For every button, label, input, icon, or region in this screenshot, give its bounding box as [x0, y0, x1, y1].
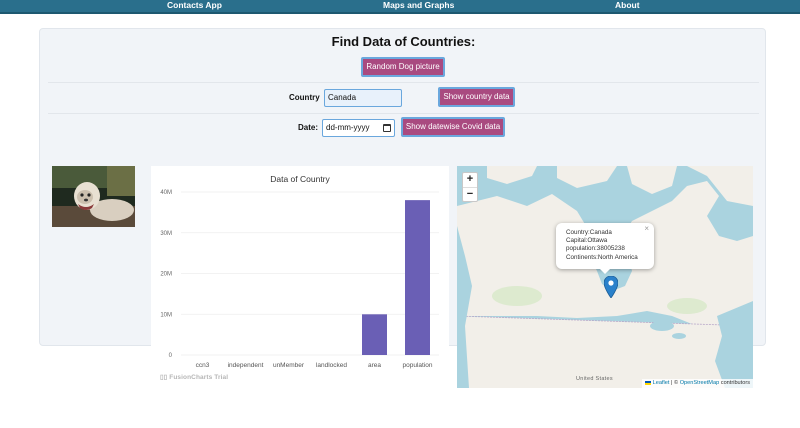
divider [48, 82, 759, 83]
close-icon[interactable]: × [644, 224, 649, 233]
nav-contacts-app[interactable]: Contacts App [167, 0, 222, 12]
x-tick-label: population [403, 362, 433, 369]
nav-maps-and-graphs[interactable]: Maps and Graphs [383, 0, 454, 12]
popup-country: Country:Canada [566, 229, 612, 236]
date-label: Date: [298, 123, 319, 132]
x-tick-label: area [368, 362, 381, 369]
y-tick-label: 40M [160, 190, 172, 196]
y-tick-label: 20M [160, 272, 172, 278]
dog-image [52, 166, 135, 227]
map-marker-icon[interactable] [604, 276, 618, 298]
map-attribution: Leaflet | © OpenStreetMap contributors [642, 379, 753, 388]
country-label: Country [289, 93, 320, 102]
random-dog-button[interactable]: Random Dog picture [361, 57, 445, 77]
popup-capital: Capital:Ottawa [566, 237, 608, 245]
attribution-separator: | © [671, 380, 679, 386]
y-tick-label: 30M [160, 231, 172, 237]
country-input[interactable]: Canada [324, 89, 402, 107]
zoom-in-button[interactable]: + [463, 173, 477, 187]
show-covid-data-button[interactable]: Show datewise Covid data [401, 117, 505, 137]
page-title: Find Data of Countries: [331, 34, 476, 49]
chart-plot: 0 10M 20M 30M 40M ccn3 independent unMember land… [160, 190, 439, 369]
divider [48, 113, 759, 114]
osm-link[interactable]: OpenStreetMap [680, 380, 720, 386]
date-input[interactable]: dd-mm-yyyy [322, 119, 395, 137]
country-map[interactable]: + − × Country:Canada Capital:Ottawa popu… [457, 166, 753, 388]
map-popup: × Country:Canada Capital:Ottawa populati… [556, 223, 654, 269]
y-tick-label: 0 [169, 353, 173, 359]
x-tick-label: landlocked [316, 362, 347, 369]
country-data-chart: Data of Country 0 10M 20M 30M 40M ccn3 indepen… [151, 166, 449, 388]
x-tick-label: ccn3 [196, 362, 210, 369]
zoom-out-button[interactable]: − [463, 187, 477, 201]
chart-bar-area[interactable] [362, 314, 387, 355]
popup-continents: Continents:North America [566, 253, 638, 261]
popup-tip [599, 268, 611, 274]
calendar-icon[interactable] [383, 124, 391, 132]
zoom-control: + − [462, 172, 478, 202]
show-country-data-button[interactable]: Show country data [438, 87, 515, 107]
fusioncharts-logo-icon: ▯▯ [160, 374, 170, 381]
leaflet-flag-icon [645, 380, 652, 385]
x-tick-label: independent [228, 362, 264, 369]
popup-population: population:38005238 [566, 245, 625, 253]
top-navbar: Contacts App Maps and Graphs About [0, 0, 800, 14]
map-label-us: United States [576, 376, 613, 382]
y-tick-label: 10M [160, 312, 172, 318]
fusioncharts-watermark: ▯▯ FusionCharts Trial [160, 374, 229, 381]
chart-bar-population[interactable] [405, 200, 430, 355]
attribution-suffix: contributors [720, 380, 750, 386]
nav-about[interactable]: About [615, 0, 640, 12]
x-tick-label: unMember [273, 362, 305, 369]
date-placeholder: dd-mm-yyyy [326, 123, 370, 132]
leaflet-link[interactable]: Leaflet [653, 380, 670, 386]
